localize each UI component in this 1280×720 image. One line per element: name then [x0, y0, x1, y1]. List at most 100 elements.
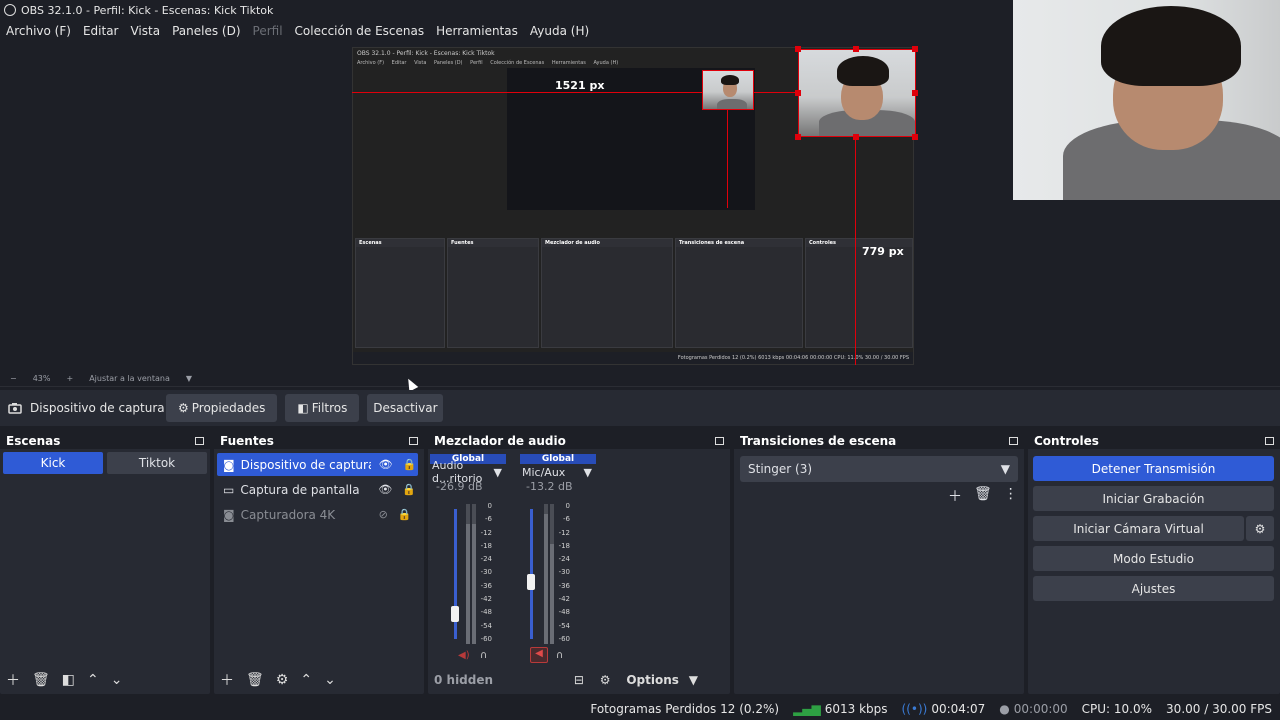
mixer-settings-icon[interactable]: ⚙	[600, 673, 611, 687]
speaker-icon[interactable]: ◀)	[458, 650, 470, 661]
gear-icon[interactable]: ⚙	[276, 672, 289, 688]
add-icon[interactable]: ＋	[948, 486, 962, 506]
chevron-down-icon[interactable]: ▼	[689, 673, 698, 687]
undock-icon[interactable]	[1009, 436, 1018, 445]
headphones-icon[interactable]: ∩	[556, 650, 563, 661]
arrow-up-icon[interactable]: ⌃	[87, 672, 99, 688]
undock-icon[interactable]	[195, 436, 204, 445]
virtual-camera-button[interactable]: Iniciar Cámara Virtual	[1033, 516, 1244, 541]
menu-profile[interactable]: Perfil	[253, 24, 283, 38]
channel-name[interactable]: Audio d...ritorio ▼	[430, 459, 506, 485]
trash-icon[interactable]: 🗑	[974, 486, 992, 506]
scene-tiktok[interactable]: Tiktok	[107, 452, 207, 474]
start-recording-button[interactable]: Iniciar Grabación	[1033, 486, 1274, 511]
selected-webcam-source[interactable]	[798, 49, 916, 137]
resize-handle[interactable]	[853, 46, 859, 52]
channel-db: -13.2 dB	[526, 480, 573, 493]
resize-handle[interactable]	[912, 90, 918, 96]
mixer-channel: Global Mic/Aux ▼ -13.2 dB 0 -6 -12 -18 -24 -30…	[520, 454, 596, 666]
lock-icon[interactable]: 🔒	[403, 458, 417, 471]
chevron-down-icon[interactable]: ▼	[494, 466, 502, 479]
scale-tick: 0	[565, 502, 570, 510]
stop-streaming-button[interactable]: Detener Transmisión	[1033, 456, 1274, 481]
gear-icon: ⚙	[178, 401, 189, 415]
more-icon[interactable]: ⋮	[1004, 486, 1018, 506]
signal-icon: ▂▄▆	[793, 701, 821, 716]
menu-view[interactable]: Vista	[130, 24, 160, 38]
filters-label: Filtros	[311, 401, 348, 415]
arrow-down-icon[interactable]: ⌄	[324, 672, 336, 688]
virtual-camera-settings-button[interactable]: ⚙	[1246, 516, 1274, 541]
resize-handle[interactable]	[912, 134, 918, 140]
height-label: 779 px	[862, 245, 904, 258]
chevron-down-icon[interactable]: ▼	[186, 374, 192, 383]
arrow-up-icon[interactable]: ⌃	[300, 672, 312, 688]
nested-menu-item: Editar	[391, 60, 407, 66]
menu-help[interactable]: Ayuda (H)	[530, 24, 589, 38]
zoom-in-button[interactable]: +	[66, 374, 73, 383]
zoom-out-button[interactable]: −	[10, 374, 17, 383]
scale-tick: -60	[558, 634, 570, 643]
studio-mode-button[interactable]: Modo Estudio	[1033, 546, 1274, 571]
scale-tick: -60	[480, 634, 492, 643]
channel-name[interactable]: Mic/Aux ▼	[520, 464, 596, 480]
lock-icon[interactable]: 🔒	[398, 508, 412, 521]
camera-icon	[8, 403, 22, 414]
filters-button[interactable]: ◧ Filtros	[285, 394, 360, 422]
chevron-down-icon[interactable]: ▼	[1001, 462, 1010, 476]
menu-edit[interactable]: Editar	[83, 24, 119, 38]
volume-slider-knob[interactable]	[451, 606, 459, 622]
resize-handle[interactable]	[853, 134, 859, 140]
person-body	[717, 99, 747, 109]
scenes-dock: Escenas Kick Tiktok ＋ 🗑 ◧ ⌃ ⌄	[0, 432, 210, 694]
eye-hidden-icon[interactable]: ⊘	[379, 508, 388, 521]
eye-icon[interactable]: 👁	[378, 483, 392, 496]
source-row[interactable]: ◙ Capturadora 4K ⊘ 🔒	[217, 503, 418, 526]
resize-handle[interactable]	[795, 90, 801, 96]
undock-icon[interactable]	[1265, 436, 1274, 445]
scale-tick: -36	[480, 581, 492, 590]
scene-kick[interactable]: Kick	[3, 452, 103, 474]
options-button[interactable]: Options	[626, 673, 679, 687]
scale-tick: -30	[480, 568, 492, 577]
nested-panel-sources: Fuentes	[447, 238, 539, 348]
eye-icon[interactable]: 👁	[379, 458, 393, 471]
properties-button[interactable]: ⚙ Propiedades	[166, 394, 278, 422]
undock-icon[interactable]	[715, 436, 724, 445]
deactivate-button[interactable]: Desactivar	[367, 394, 444, 422]
add-icon[interactable]: ＋	[6, 670, 20, 690]
settings-button[interactable]: Ajustes	[1033, 576, 1274, 601]
nested-menu-item: Vista	[414, 60, 427, 66]
trash-icon[interactable]: 🗑	[246, 672, 264, 688]
transition-select[interactable]: Stinger (3) ▼	[740, 456, 1018, 482]
scale-tick: -24	[558, 555, 570, 564]
nested-panel-mixer: Mezclador de audio	[541, 238, 673, 348]
undock-icon[interactable]	[409, 436, 418, 445]
volume-slider-knob[interactable]	[527, 574, 535, 590]
arrow-down-icon[interactable]: ⌄	[111, 672, 123, 688]
menu-scene-collection[interactable]: Colección de Escenas	[295, 24, 425, 38]
layout-icon[interactable]: ⊟	[574, 673, 584, 687]
lock-icon[interactable]: 🔒	[402, 483, 416, 496]
resize-handle[interactable]	[795, 134, 801, 140]
chevron-down-icon[interactable]: ▼	[584, 466, 592, 479]
resize-handle[interactable]	[912, 46, 918, 52]
add-icon[interactable]: ＋	[220, 670, 234, 690]
resize-handle[interactable]	[795, 46, 801, 52]
person-hair	[837, 56, 889, 86]
menu-tools[interactable]: Herramientas	[436, 24, 518, 38]
trash-icon[interactable]: 🗑	[32, 672, 50, 688]
source-row[interactable]: ◙ Dispositivo de captura de 👁 🔒	[217, 453, 418, 476]
filter-icon[interactable]: ◧	[62, 672, 75, 688]
menu-docks[interactable]: Paneles (D)	[172, 24, 240, 38]
controls-dock: Controles Detener Transmisión Iniciar Gr…	[1028, 432, 1280, 694]
scale-tick: -6	[563, 515, 570, 524]
cpu-usage: CPU: 10.0%	[1081, 701, 1153, 716]
menu-file[interactable]: Archivo (F)	[6, 24, 71, 38]
source-row[interactable]: ▭ Captura de pantalla 👁 🔒	[217, 478, 418, 501]
muted-speaker-icon[interactable]: ◀	[530, 647, 548, 663]
headphones-icon[interactable]: ∩	[480, 650, 487, 661]
scale-tick: 0	[487, 502, 492, 510]
record-icon: ●	[999, 701, 1010, 716]
fit-to-window[interactable]: Ajustar a la ventana	[89, 374, 170, 383]
